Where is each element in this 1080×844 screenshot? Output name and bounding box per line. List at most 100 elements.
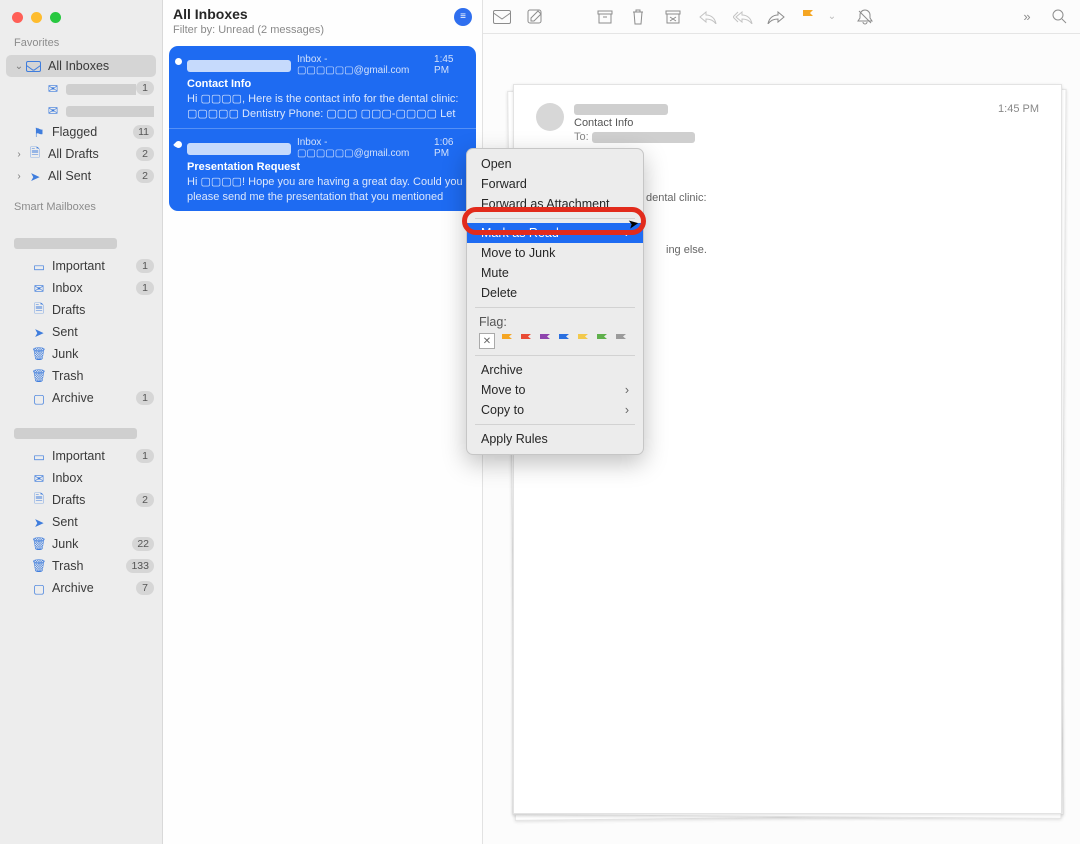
archive-icon: ▢ (30, 391, 48, 406)
menu-forward-as-attachment[interactable]: Forward as Attachment (467, 194, 643, 214)
menu-open[interactable]: Open (467, 154, 643, 174)
replied-icon: ↩ (173, 140, 181, 151)
account-header-1[interactable]: ▢▢▢▢▢@gmail.com (0, 233, 162, 255)
chevron-down-icon[interactable]: ⌄ (14, 61, 24, 72)
section-favorites: Favorites (0, 33, 162, 55)
sidebar-item-label: Junk (52, 347, 154, 361)
folder-icon: ▭ (30, 259, 48, 274)
message-via: Inbox - ▢▢▢▢▢▢@gmail.com (297, 54, 422, 76)
badge-count: 11 (133, 125, 154, 139)
chevron-right-icon: › (625, 383, 629, 397)
sidebar-item-label: Sent (52, 325, 154, 339)
sidebar-item-all-inboxes[interactable]: ⌄ All Inboxes (6, 55, 156, 77)
reply-all-button[interactable] (733, 10, 751, 24)
archive-icon: ▢ (30, 581, 48, 596)
junk-button[interactable] (665, 10, 683, 24)
inbox-icon: ✉︎ (44, 81, 62, 96)
badge-count: 1 (136, 391, 154, 405)
sidebar-item-sent[interactable]: ➤ Sent (0, 321, 162, 343)
compose-button[interactable] (527, 9, 545, 25)
menu-move-to[interactable]: Move to› (467, 380, 643, 400)
flag-button[interactable] (801, 9, 819, 25)
flag-red-button[interactable] (519, 333, 533, 345)
archive-button[interactable] (597, 10, 615, 24)
menu-separator (475, 307, 635, 308)
message-row[interactable]: ↩ ▢▢▢▢▢▢▢▢▢▢ Inbox - ▢▢▢▢▢▢@gmail.com 1:… (169, 128, 476, 211)
badge-count: 1 (136, 449, 154, 463)
sidebar-item-important[interactable]: ▭ Important 1 (0, 445, 162, 467)
forward-button[interactable] (767, 10, 785, 24)
badge-count: 22 (132, 537, 154, 551)
sidebar-item-drafts[interactable]: 🗎 Drafts (0, 299, 162, 321)
badge-count: 1 (136, 281, 154, 295)
badge-count: 1 (136, 81, 154, 95)
sidebar-item-junk[interactable]: 🗑 Junk (0, 343, 162, 365)
inbox-icon: ✉︎ (44, 103, 62, 118)
sidebar-item-account-b[interactable]: ✉︎ ▢▢▢▢▢▢▢▢▢▢▢ (0, 99, 162, 121)
message-from: ▢▢▢▢▢▢▢▢▢▢ (187, 142, 291, 155)
sent-icon: ➤ (30, 515, 48, 530)
sidebar-item-junk[interactable]: 🗑 Junk 22 (0, 533, 162, 555)
sidebar-item-label: Sent (52, 515, 154, 529)
sidebar-item-important[interactable]: ▭ Important 1 (0, 255, 162, 277)
reply-button[interactable] (699, 10, 717, 24)
sidebar-item-drafts[interactable]: 🗎 Drafts 2 (0, 489, 162, 511)
sidebar-item-trash[interactable]: 🗑 Trash 133 (0, 555, 162, 577)
junk-icon: 🗑 (30, 537, 48, 552)
message-time: 1:06 PM (434, 137, 466, 159)
message-row[interactable]: ▢▢▢▢▢▢▢▢▢▢ Inbox - ▢▢▢▢▢▢@gmail.com 1:45… (169, 46, 476, 128)
flag-blue-button[interactable] (557, 333, 571, 345)
minimize-window-button[interactable] (31, 12, 42, 23)
window-controls (0, 8, 162, 33)
unread-dot-icon (175, 58, 182, 65)
mail-to: To: ▢▢▢▢▢@gmail.com (574, 131, 695, 143)
search-button[interactable] (1052, 9, 1070, 24)
sidebar-item-inbox[interactable]: ✉︎ Inbox (0, 467, 162, 489)
flag-orange-button[interactable] (500, 333, 514, 345)
badge-count: 7 (136, 581, 154, 595)
flag-clear-button[interactable]: ✕ (479, 333, 495, 349)
sidebar-item-archive[interactable]: ▢ Archive 1 (0, 387, 162, 409)
trash-button[interactable] (631, 9, 649, 25)
flag-dropdown-button[interactable]: ⌄ (823, 11, 841, 22)
mail-time: 1:45 PM (998, 103, 1039, 115)
sidebar-item-account-a[interactable]: ✉︎ ▢▢▢▢▢@g… 1 (0, 77, 162, 99)
mute-button[interactable] (857, 9, 875, 25)
flag-yellow-button[interactable] (576, 333, 590, 345)
filter-icon: ≡ (460, 12, 466, 22)
overflow-button[interactable]: » (1018, 9, 1036, 24)
message-from: ▢▢▢▢▢▢▢▢▢▢ (187, 59, 291, 72)
sidebar-item-all-sent[interactable]: › ➤ All Sent 2 (0, 165, 162, 187)
menu-mute[interactable]: Mute (467, 263, 643, 283)
chevron-right-icon[interactable]: › (14, 149, 24, 160)
menu-move-to-junk[interactable]: Move to Junk (467, 243, 643, 263)
menu-delete[interactable]: Delete (467, 283, 643, 303)
sidebar-item-label: Flagged (52, 125, 133, 139)
menu-separator (475, 355, 635, 356)
sidebar-item-all-drafts[interactable]: › 🗎 All Drafts 2 (0, 143, 162, 165)
inbox-icon (26, 61, 44, 72)
flag-green-button[interactable] (595, 333, 609, 345)
menu-apply-rules[interactable]: Apply Rules (467, 429, 643, 449)
sidebar-item-label: All Sent (48, 169, 136, 183)
sidebar-item-label: Trash (52, 369, 154, 383)
message-subject: Contact Info (187, 78, 466, 90)
sidebar-item-trash[interactable]: 🗑 Trash (0, 365, 162, 387)
filter-button[interactable]: ≡ (454, 8, 472, 26)
menu-mark-as-read[interactable]: Mark as Read› (467, 223, 643, 243)
zoom-window-button[interactable] (50, 12, 61, 23)
sidebar-item-sent[interactable]: ➤ Sent (0, 511, 162, 533)
sidebar-item-flagged[interactable]: ⚑ Flagged 11 (0, 121, 162, 143)
flag-gray-button[interactable] (614, 333, 628, 345)
flag-purple-button[interactable] (538, 333, 552, 345)
menu-copy-to[interactable]: Copy to› (467, 400, 643, 420)
message-time: 1:45 PM (434, 54, 466, 76)
close-window-button[interactable] (12, 12, 23, 23)
sidebar-item-archive[interactable]: ▢ Archive 7 (0, 577, 162, 599)
get-mail-button[interactable] (493, 10, 511, 24)
account-header-2[interactable]: ▢▢▢▢▢▢▢▢▢▢▢▢▢ (0, 423, 162, 445)
chevron-right-icon[interactable]: › (14, 171, 24, 182)
sidebar-item-inbox[interactable]: ✉︎ Inbox 1 (0, 277, 162, 299)
menu-forward[interactable]: Forward (467, 174, 643, 194)
menu-archive[interactable]: Archive (467, 360, 643, 380)
